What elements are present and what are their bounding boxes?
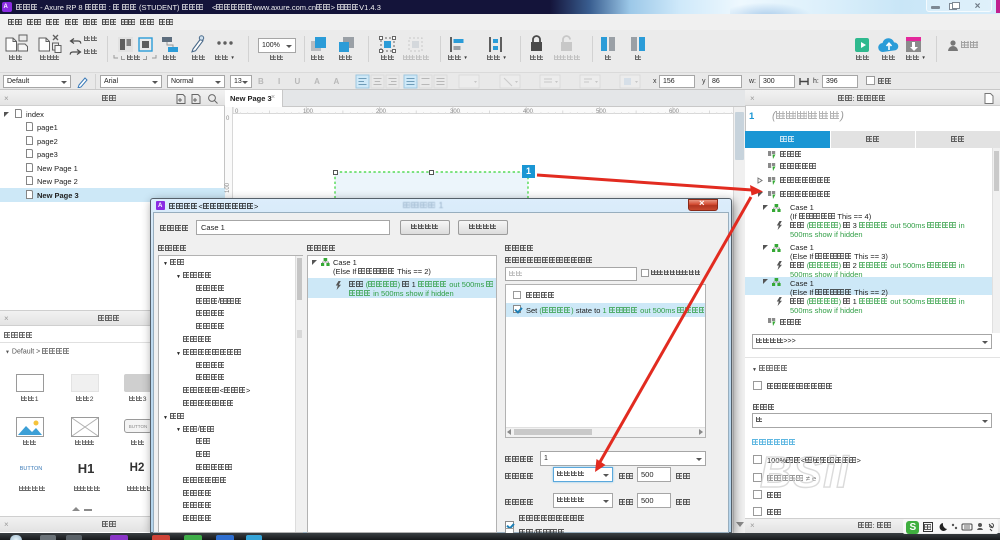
svg-text:0: 0 <box>235 109 239 114</box>
svg-text:600: 600 <box>669 109 680 114</box>
svg-text:500: 500 <box>596 109 607 114</box>
svg-text:200: 200 <box>376 109 387 114</box>
svg-text:400: 400 <box>523 109 534 114</box>
svg-text:100: 100 <box>303 109 314 114</box>
svg-text:300: 300 <box>450 109 461 114</box>
